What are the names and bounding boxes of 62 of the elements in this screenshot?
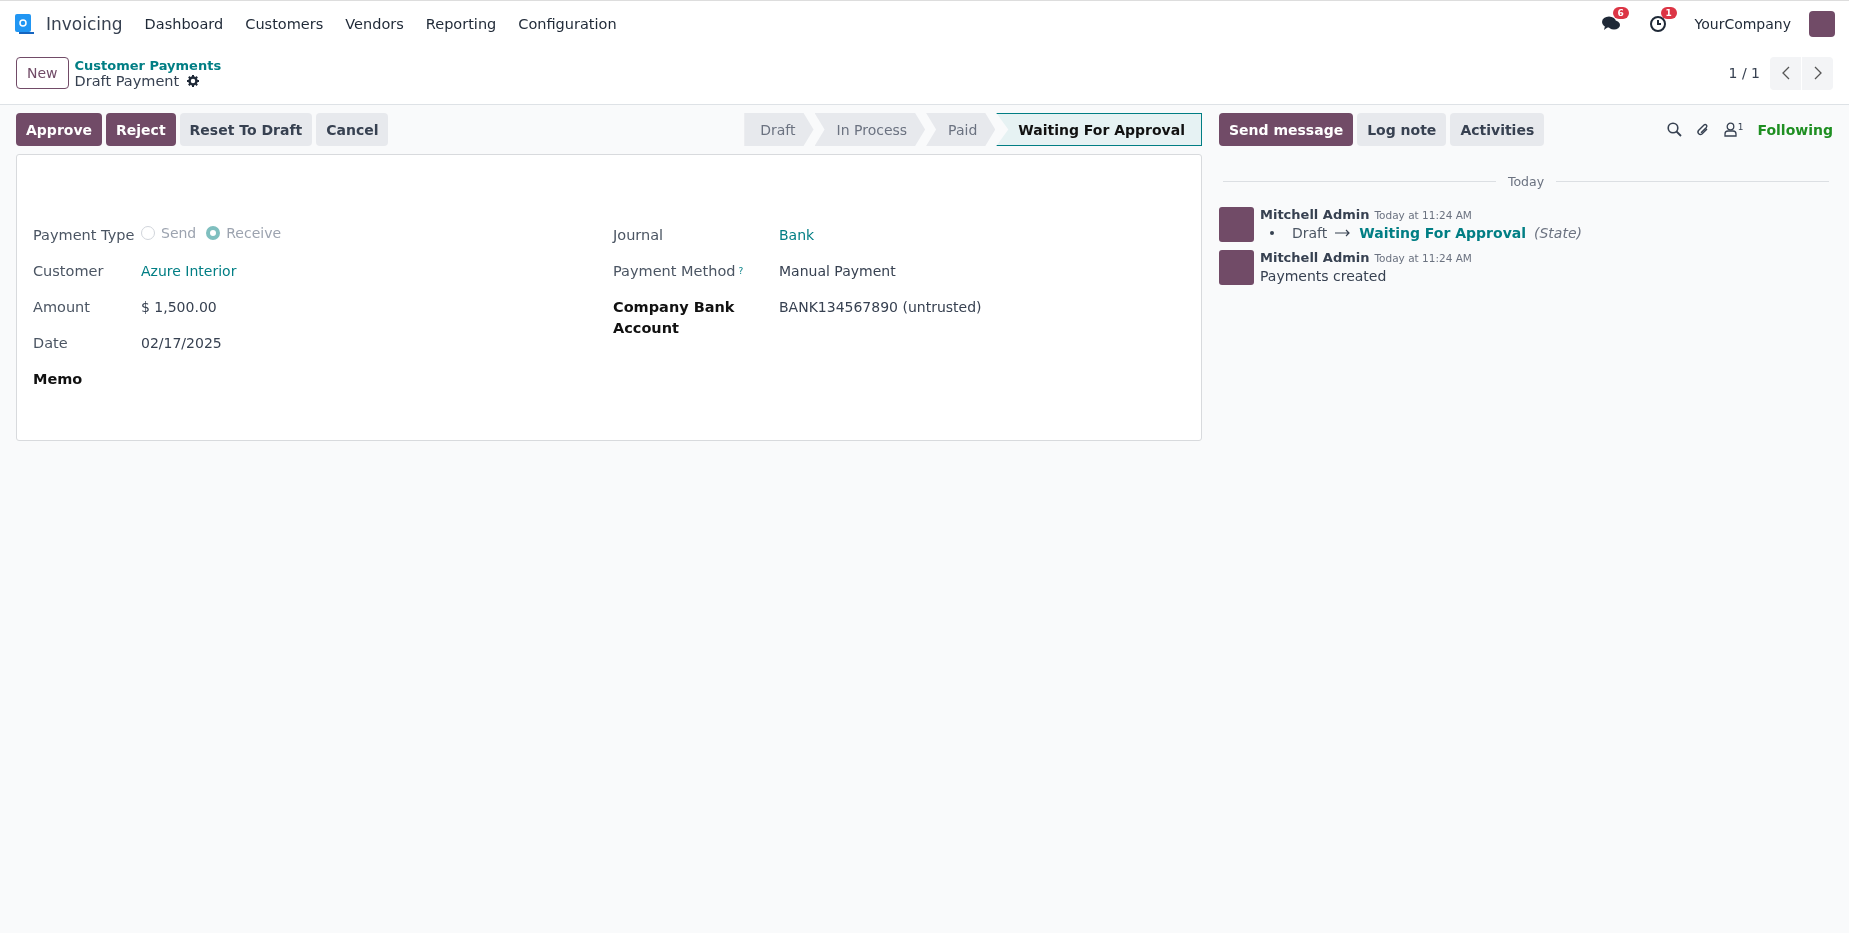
field-label: Journal (613, 226, 665, 245)
field-value: 02/17/2025 (141, 334, 222, 353)
menu-item[interactable]: Configuration (518, 15, 617, 32)
status-step[interactable]: Paid (926, 113, 996, 146)
person-icon[interactable] (1723, 122, 1737, 137)
arrow-icon (1335, 229, 1352, 237)
chevron-left-icon (1781, 66, 1790, 80)
help-tooltip[interactable]: ? (738, 261, 744, 282)
field-label: Company Bank Account (613, 298, 736, 338)
paperclip-icon[interactable] (1695, 121, 1710, 138)
field-label: Customer (33, 262, 105, 281)
chatter-button[interactable]: Send message (1219, 113, 1354, 146)
message-time: Today at 11:24 AM (1374, 252, 1472, 264)
chatter-button[interactable]: Activities (1450, 113, 1545, 146)
new-value: Waiting For Approval (1359, 225, 1526, 241)
field-label: Payment Method (613, 262, 736, 281)
chat-icon[interactable] (1600, 14, 1621, 33)
action-button[interactable]: Cancel (316, 113, 389, 146)
breadcrumb-link[interactable]: Customer Payments (74, 57, 222, 73)
date-divider: Today (1507, 174, 1545, 189)
status-step[interactable]: Waiting For Approval (996, 113, 1202, 146)
count-badge: 6 (1612, 6, 1629, 19)
app-logo-icon[interactable] (14, 12, 36, 35)
following-button[interactable]: Following (1757, 121, 1833, 138)
menu-item[interactable]: Customers (245, 15, 324, 32)
author-name[interactable]: Mitchell Admin (1260, 250, 1370, 265)
field-value: $ 1,500.00 (141, 298, 217, 317)
old-value: Draft (1292, 225, 1328, 241)
action-button[interactable]: Reject (106, 113, 176, 146)
field-name: (State) (1534, 225, 1582, 241)
field-link[interactable]: Azure Interior (141, 261, 237, 282)
clock-icon[interactable] (1648, 14, 1667, 33)
message-time: Today at 11:24 AM (1374, 209, 1472, 221)
author-name[interactable]: Mitchell Admin (1260, 207, 1370, 222)
follower-count: 1 (1737, 122, 1744, 132)
settings-icon[interactable] (187, 74, 200, 87)
field-label: Date (33, 334, 69, 353)
action-button[interactable]: Reset To Draft (179, 113, 313, 146)
user-avatar[interactable] (1809, 10, 1835, 37)
menu-item[interactable]: Reporting (425, 15, 497, 32)
field-value: BANK134567890 (untrusted) (779, 298, 982, 317)
field-label: Payment Type (33, 226, 136, 245)
record-title: Draft Payment (74, 72, 180, 89)
status-step[interactable]: In Process (814, 113, 926, 146)
bullet-icon (1270, 231, 1274, 235)
field-link[interactable]: Bank (779, 225, 815, 246)
menu-item[interactable]: Vendors (345, 15, 404, 32)
chevron-right-icon (1813, 66, 1822, 80)
search-icon[interactable] (1666, 122, 1682, 137)
count-badge: 1 (1660, 6, 1677, 19)
chatter-button[interactable]: Log note (1357, 113, 1447, 146)
field-value: Manual Payment (779, 262, 896, 281)
app-name[interactable]: Invoicing (46, 13, 123, 34)
field-label: Memo (33, 370, 84, 389)
status-step[interactable]: Draft (744, 113, 814, 146)
new-button[interactable]: New (16, 57, 69, 89)
message-body: Payments created (1260, 268, 1388, 284)
pager-value: 1 / 1 (1728, 65, 1760, 81)
company-switcher[interactable]: YourCompany (1694, 15, 1791, 32)
field-label: Amount (33, 298, 91, 317)
action-button[interactable]: Approve (16, 113, 103, 146)
menu-item[interactable]: Dashboard (144, 15, 224, 32)
